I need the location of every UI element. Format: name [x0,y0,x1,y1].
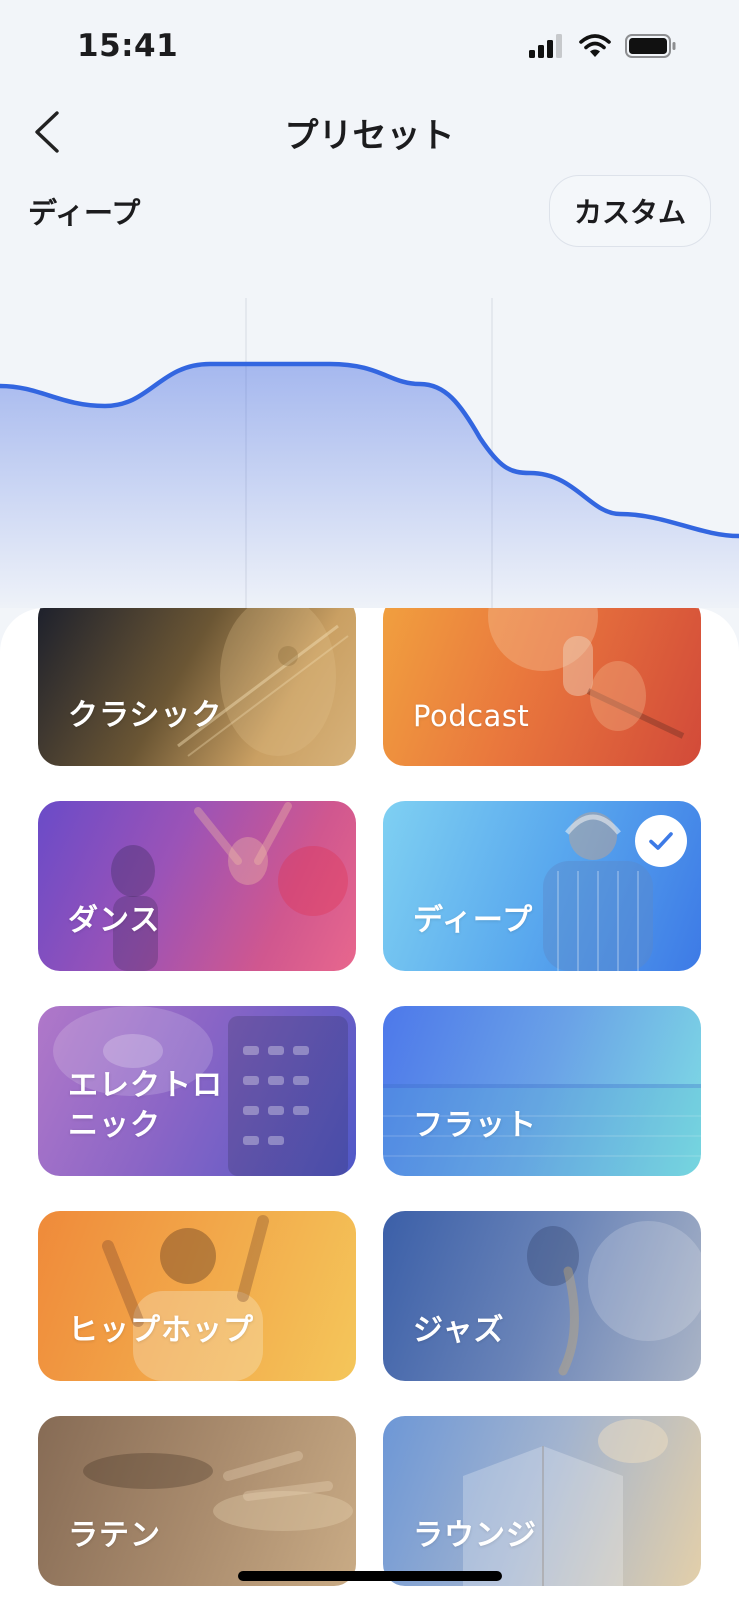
preset-card-electronic[interactable]: エレクトロ ニック [38,1006,356,1176]
preset-card-label: Podcast [413,699,530,733]
checkmark-icon [649,832,673,850]
preset-card-label: クラシック [68,698,223,733]
status-icons [529,34,677,58]
preset-card-label: ヒップホップ [68,1313,254,1348]
preset-sheet: クラシック Podcast ダンス ディープ エレクトロ ニック フラット ヒッ… [0,608,739,1600]
selected-check-badge [635,815,687,867]
navigation-bar: プリセット [0,92,739,172]
status-bar: 15:41 [0,0,739,92]
status-time: 15:41 [77,28,179,64]
preset-card-deep[interactable]: ディープ [383,801,701,971]
ocean-horizon-image [383,1084,701,1176]
preset-card-podcast[interactable]: Podcast [383,608,701,766]
current-preset-name: ディープ [28,196,141,230]
battery-icon [625,34,676,58]
preset-card-label: ラテン [68,1518,161,1553]
cellular-signal-icon [529,34,562,58]
preset-card-jazz[interactable]: ジャズ [383,1211,701,1381]
preset-card-hiphop[interactable]: ヒップホップ [38,1211,356,1381]
preset-grid: クラシック Podcast ダンス ディープ エレクトロ ニック フラット ヒッ… [38,608,701,1586]
saxophone-player-image [527,1221,701,1376]
drums-image [83,1451,353,1531]
preset-card-lounge[interactable]: ラウンジ [383,1416,701,1586]
book-coffee-image [463,1419,668,1586]
preset-card-label: ラウンジ [413,1518,537,1553]
preset-card-latin[interactable]: ラテン [38,1416,356,1586]
singer-image [488,608,685,739]
wifi-icon [579,34,611,57]
preset-card-classic[interactable]: クラシック [38,608,356,766]
current-preset-row: ディープ カスタム [0,172,739,252]
dancers-image [111,802,348,971]
hiphop-dancer-image [102,1215,269,1381]
eq-curve-graph [0,298,739,608]
violin-image [177,608,349,757]
page-title: プリセット [284,116,455,156]
preset-card-label: ジャズ [413,1313,505,1348]
custom-button[interactable]: カスタム [549,175,711,247]
preset-card-flat[interactable]: フラット [383,1006,701,1176]
preset-card-label: エレクトロ ニック [68,1068,223,1143]
eq-curve-fill [0,364,739,608]
preset-card-label: フラット [413,1108,537,1143]
preset-card-label: ダンス [68,903,161,938]
home-indicator [238,1571,502,1581]
preset-card-dance[interactable]: ダンス [38,801,356,971]
preset-card-label: ディープ [413,903,534,938]
